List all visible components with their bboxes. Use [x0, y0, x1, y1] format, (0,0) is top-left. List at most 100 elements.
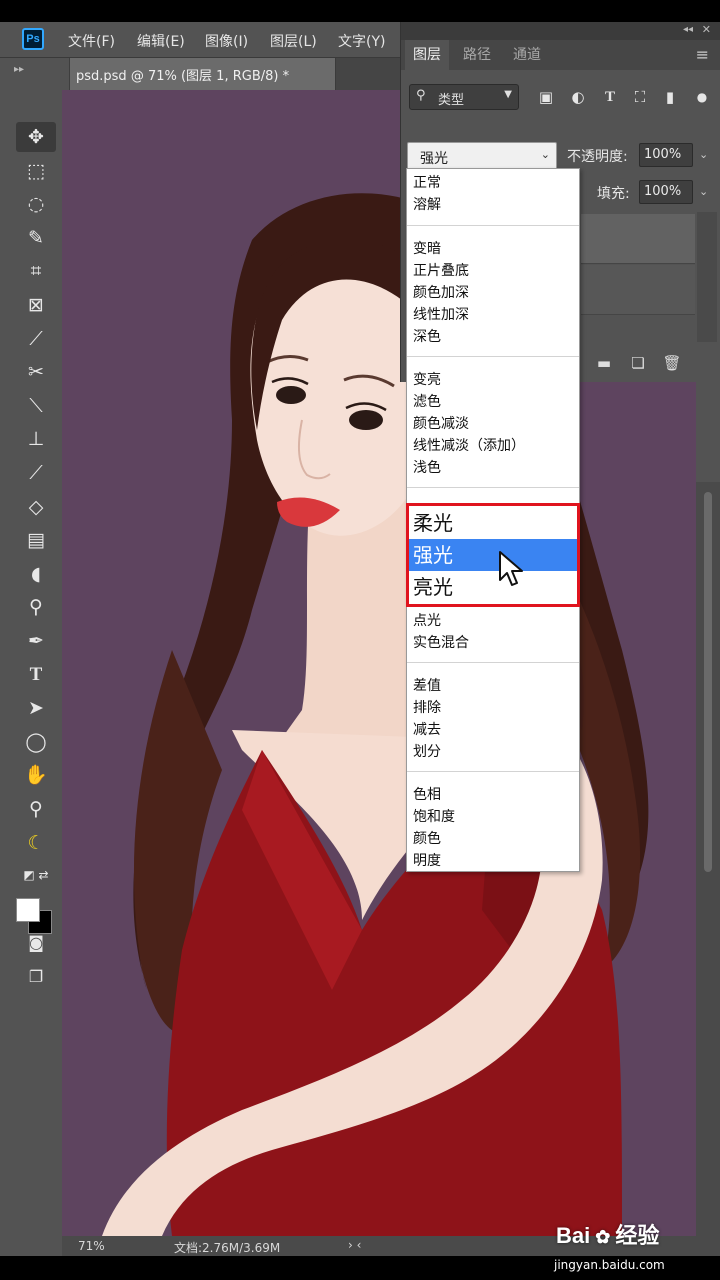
filter-pixel-icon[interactable]: ▣ [535, 84, 557, 110]
panel-header: ◂◂ ✕ [401, 22, 720, 40]
menu-separator [407, 356, 579, 357]
layers-scrollbar[interactable] [697, 212, 717, 342]
menu-item[interactable]: 饱和度 [413, 806, 455, 826]
tab-layers[interactable]: 图层 [405, 40, 449, 70]
menu-item[interactable]: 滤色 [413, 391, 441, 411]
menu-item[interactable]: 点光 [413, 610, 441, 630]
menu-item[interactable]: 色相 [413, 784, 441, 804]
tab-strip [336, 58, 400, 90]
menu-item[interactable]: 变暗 [413, 238, 441, 258]
blend-mode-select[interactable]: 强光 ⌄ [407, 142, 557, 170]
menu-item[interactable]: 实色混合 [413, 632, 469, 652]
menu-separator [407, 771, 579, 772]
marquee-tool-icon[interactable]: ⬚ [16, 156, 56, 186]
menu-item[interactable]: 正常 [413, 172, 441, 192]
panel-menu-icon[interactable]: ≡ [696, 45, 709, 64]
move-tool-icon[interactable]: ✥ [16, 122, 56, 152]
menu-image[interactable]: 图像(I) [205, 31, 248, 51]
menu-separator [407, 225, 579, 226]
menu-item[interactable]: 颜色 [413, 828, 441, 848]
menu-item[interactable]: 差值 [413, 675, 441, 695]
frame-tool-icon[interactable]: ⊠ [16, 290, 56, 320]
chevron-down-icon[interactable]: ⌄ [699, 185, 708, 198]
photoshop-logo: Ps [22, 28, 44, 50]
stamp-tool-icon[interactable]: ⊥ [16, 424, 56, 454]
menu-layer[interactable]: 图层(L) [270, 31, 317, 51]
fill-field[interactable]: 100% [639, 180, 693, 204]
menu-file[interactable]: 文件(F) [68, 31, 115, 51]
zoom-tool-icon[interactable]: ⚲ [16, 794, 56, 824]
dodge-tool-icon[interactable]: ⚲ [16, 592, 56, 622]
document-tab[interactable]: psd.psd @ 71% (图层 1, RGB/8) * [70, 58, 336, 90]
quick-mask-icon[interactable]: ◙ [16, 928, 56, 958]
zoom-level[interactable]: 71% [78, 1239, 105, 1253]
opacity-label: 不透明度: [567, 149, 628, 165]
menu-item[interactable]: 划分 [413, 741, 441, 761]
quick-select-tool-icon[interactable]: ✎ [16, 223, 56, 253]
screen-mode-icon[interactable]: ❐ [16, 962, 56, 992]
new-layer-icon[interactable]: ❏ [627, 352, 649, 374]
type-tool-icon[interactable]: T [16, 660, 56, 690]
menu-type[interactable]: 文字(Y) [338, 31, 385, 51]
scrollbar-thumb[interactable] [704, 492, 712, 872]
lasso-tool-icon[interactable]: ◌ [16, 189, 56, 219]
ellipse-tool-icon[interactable]: ◯ [16, 727, 56, 757]
filter-smart-object-icon[interactable]: ▮ [659, 84, 681, 110]
vertical-scrollbar[interactable] [696, 482, 720, 1236]
foreground-color-swatch[interactable] [16, 898, 40, 922]
eyedropper-tool-icon[interactable]: ⟋ [16, 324, 56, 354]
menu-item[interactable]: 深色 [413, 326, 441, 346]
document-size: 文档:2.76M/3.69M [174, 1241, 281, 1255]
crop-tool-icon[interactable]: ⌗ [16, 256, 56, 286]
menu-item[interactable]: 颜色加深 [413, 282, 469, 302]
brush-tool-icon[interactable]: ⟍ [16, 391, 56, 421]
menu-item[interactable]: 减去 [413, 719, 441, 739]
filter-shape-icon[interactable]: ⛶ [629, 84, 651, 110]
filter-toggle-icon[interactable]: ● [691, 84, 713, 110]
swap-colors-icon[interactable]: ◩ ⇄ [16, 860, 56, 890]
layer-row[interactable] [581, 265, 695, 315]
menu-item[interactable]: 正片叠底 [413, 260, 469, 280]
tab-paths[interactable]: 路径 [455, 40, 499, 70]
history-brush-tool-icon[interactable]: ⟋ [16, 458, 56, 488]
watermark-url: jingyan.baidu.com [554, 1258, 665, 1272]
menu-item[interactable]: 排除 [413, 697, 441, 717]
search-icon: ⚲ [416, 88, 426, 103]
menu-item[interactable]: 浅色 [413, 457, 441, 477]
filter-adjustment-icon[interactable]: ◐ [567, 84, 589, 110]
menu-item[interactable]: 变亮 [413, 369, 441, 389]
status-arrow-icon[interactable]: › ‹ [348, 1238, 361, 1252]
collapse-icon[interactable]: ▸▸ [14, 64, 24, 75]
baidu-watermark: Bai ✿ 经验 [556, 1223, 660, 1248]
panel-tabs: 图层 路径 通道 ≡ [401, 40, 720, 70]
close-panel-icon[interactable]: ✕ [702, 23, 711, 36]
gradient-tool-icon[interactable]: ▤ [16, 525, 56, 555]
opacity-field[interactable]: 100% [639, 143, 693, 167]
layer-filter-select[interactable]: ⚲ 类型 ▼ [409, 84, 519, 110]
chevron-down-icon: ▼ [504, 89, 512, 100]
filter-type-icon[interactable]: T [599, 84, 621, 110]
trash-icon[interactable]: 🗑 [661, 352, 683, 374]
hand-tool-icon[interactable]: ✋ [16, 760, 56, 790]
banana-icon[interactable]: ☾ [16, 828, 56, 858]
menu-separator [407, 487, 579, 488]
tab-channels[interactable]: 通道 [505, 40, 549, 70]
menu-edit[interactable]: 编辑(E) [137, 31, 185, 51]
menu-item[interactable]: 溶解 [413, 194, 441, 214]
menu-item[interactable]: 颜色减淡 [413, 413, 469, 433]
new-group-icon[interactable]: ▬ [593, 352, 615, 374]
collapse-panel-icon[interactable]: ◂◂ [683, 24, 693, 35]
path-select-tool-icon[interactable]: ➤ [16, 693, 56, 723]
blur-tool-icon[interactable]: ◖ [16, 559, 56, 589]
eraser-tool-icon[interactable]: ◇ [16, 492, 56, 522]
healing-tool-icon[interactable]: ✂ [16, 357, 56, 387]
chevron-down-icon[interactable]: ⌄ [699, 148, 708, 161]
fill-label: 填充: [597, 186, 630, 202]
layer-row[interactable] [581, 214, 695, 264]
paw-icon: ✿ [590, 1227, 616, 1247]
pen-tool-icon[interactable]: ✒ [16, 626, 56, 656]
menu-item[interactable]: 线性加深 [413, 304, 469, 324]
menu-item[interactable]: 明度 [413, 850, 441, 870]
menu-item[interactable]: 线性减淡（添加） [413, 435, 525, 455]
filter-label: 类型 [438, 93, 465, 108]
